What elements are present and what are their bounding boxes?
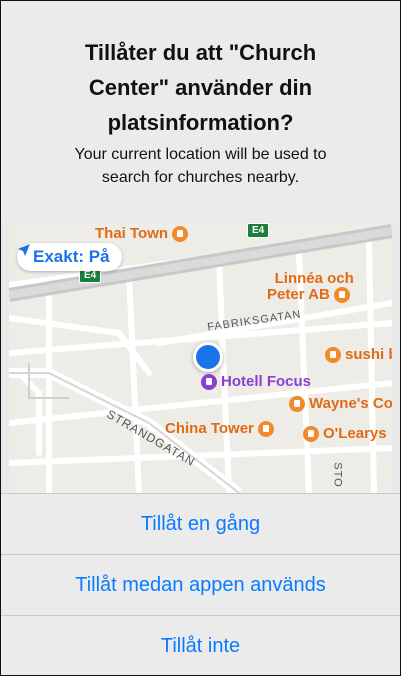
poi-linnea-label-2: Peter AB	[267, 286, 330, 303]
poi-sushi-label: sushi ba	[345, 346, 392, 363]
food-icon	[325, 346, 341, 363]
dialog-message-line-1: Your current location will be used to	[74, 146, 327, 163]
restaurant-icon	[333, 287, 350, 303]
poi-hotell-focus[interactable]: Hotell Focus	[197, 373, 311, 390]
user-location-dot	[193, 342, 223, 372]
dialog-title-line-1: Tillåter du att "Church	[84, 40, 317, 65]
poi-waynes-label: Wayne's Coff	[309, 395, 392, 412]
poi-thai-town-label: Thai Town	[95, 225, 169, 242]
precise-location-toggle[interactable]: Exakt: På	[17, 243, 122, 271]
road-shield-e4-top: E4	[247, 223, 270, 238]
poi-thai-town[interactable]: Thai Town	[95, 225, 192, 242]
restaurant-icon	[257, 420, 274, 437]
coffee-icon	[289, 395, 305, 412]
location-map: E4 E4 Exakt: På Thai Town Linnéa och Pet…	[9, 223, 392, 493]
poi-olearys[interactable]: O'Learys	[299, 425, 387, 442]
poi-linnea[interactable]: Linnéa och Peter AB	[267, 271, 354, 303]
precise-location-label: Exakt: På	[33, 247, 110, 266]
dialog-message-line-2: search for churches nearby.	[101, 169, 300, 186]
allow-once-button[interactable]: Tillåt en gång	[1, 493, 400, 554]
poi-sushi-bar[interactable]: sushi ba	[321, 346, 392, 363]
dialog-title-line-2: Center" använder din	[88, 75, 313, 100]
poi-waynes-coffee[interactable]: Wayne's Coff	[285, 395, 392, 412]
dialog-actions: Tillåt en gång Tillåt medan appen använd…	[1, 493, 400, 675]
dialog-message: Your current location will be used to se…	[1, 143, 400, 189]
poi-olearys-label: O'Learys	[323, 425, 387, 442]
allow-while-using-button[interactable]: Tillåt medan appen används	[1, 554, 400, 615]
location-permission-dialog: Tillåter du att "Church Center" använder…	[0, 0, 401, 676]
hotel-icon	[201, 373, 217, 390]
street-label-sto: STO	[331, 462, 344, 488]
poi-china-tower[interactable]: China Tower	[165, 420, 278, 437]
poi-china-tower-label: China Tower	[165, 420, 254, 437]
restaurant-icon	[303, 425, 319, 442]
poi-linnea-label-1: Linnéa och	[274, 270, 354, 287]
dialog-header: Tillåter du att "Church Center" använder…	[1, 1, 400, 223]
restaurant-icon	[172, 225, 189, 242]
dont-allow-button[interactable]: Tillåt inte	[1, 615, 400, 675]
poi-hotel-label: Hotell Focus	[221, 373, 312, 390]
dialog-title: Tillåter du att "Church Center" använder…	[1, 1, 400, 140]
dialog-title-line-3: platsinformation?	[107, 110, 294, 135]
